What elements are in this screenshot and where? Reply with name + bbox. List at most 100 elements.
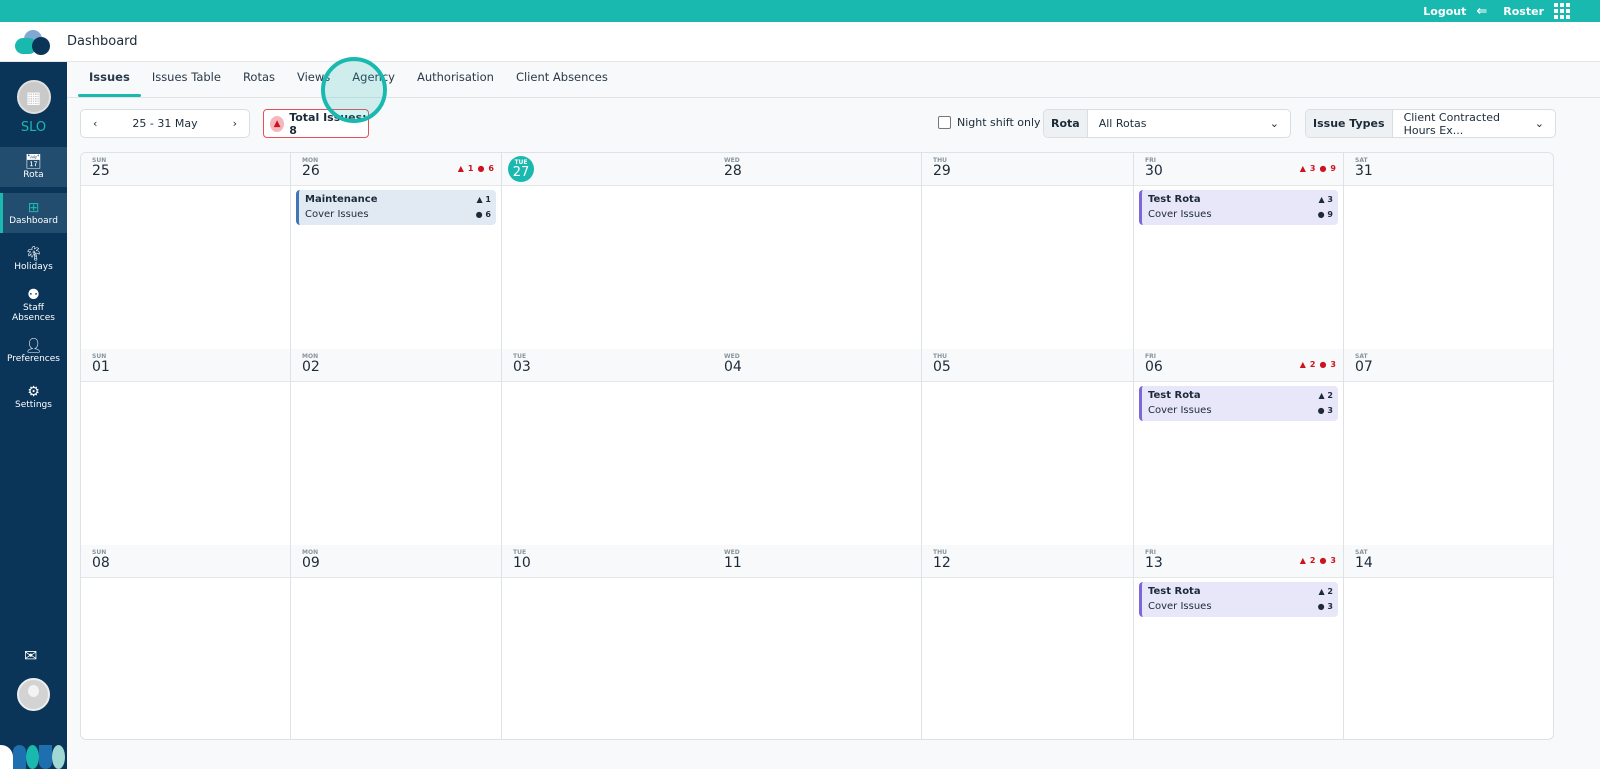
calendar-day[interactable]: TUE 10 [502, 545, 712, 739]
warning-count: 3 [1327, 195, 1333, 204]
roster-link[interactable]: Roster [1503, 5, 1544, 18]
day-header: WED 28 [712, 153, 921, 186]
tab-client-absences[interactable]: Client Absences [505, 62, 619, 97]
day-of-week: SAT [1355, 549, 1368, 556]
rota-issue-card[interactable]: Test Rota Cover Issues ▲ 3 ● 9 [1139, 190, 1338, 225]
app-header: Dashboard [0, 22, 1600, 62]
day-header: SAT 07 [1344, 349, 1553, 382]
logo[interactable] [0, 22, 67, 62]
sidebar-item-label: Settings [15, 400, 52, 410]
card-title: Maintenance [305, 194, 378, 205]
day-header: MON 02 [291, 349, 501, 382]
day-header: WED 04 [712, 349, 921, 382]
day-header: TUE 03 [502, 349, 712, 382]
day-number: 07 [1355, 359, 1373, 375]
calendar-day[interactable]: TUE 03 [502, 349, 712, 545]
clock-count: 6 [488, 164, 494, 173]
card-subtitle: Cover Issues [305, 209, 369, 220]
rota-value: All Rotas [1098, 117, 1147, 130]
calendar-day[interactable]: SAT 14 [1344, 545, 1553, 739]
tab-issues[interactable]: Issues [78, 62, 141, 97]
sidebar-item-label: Dashboard [9, 216, 58, 226]
day-of-week: SUN [92, 549, 107, 556]
rota-issue-card[interactable]: Maintenance Cover Issues ▲ 1 ● 6 [296, 190, 496, 225]
calendar-day[interactable]: MON 09 [291, 545, 502, 739]
calendar-day[interactable]: FRI 13 ▲ 2 ● 3 Test Rota Cover Issues ▲ 2 ● 3 [1134, 545, 1344, 739]
mail-icon[interactable]: ✉ [24, 646, 37, 665]
chevron-left-icon[interactable]: ‹ [93, 117, 97, 130]
chevron-right-icon[interactable]: › [233, 117, 237, 130]
calendar-day[interactable]: TUE 27 [502, 153, 712, 349]
calendar-day[interactable]: FRI 06 ▲ 2 ● 3 Test Rota Cover Issues ▲ 2 ● 3 [1134, 349, 1344, 545]
day-of-week: SUN [92, 157, 107, 164]
night-shift-toggle[interactable]: Night shift only [938, 116, 1041, 129]
org-avatar[interactable]: ▦ [16, 80, 51, 114]
sidebar-item-staff-absences[interactable]: ⚉ Staff Absences [0, 285, 67, 325]
night-shift-checkbox[interactable] [938, 116, 951, 129]
card-subtitle: Cover Issues [1148, 601, 1212, 612]
rota-select[interactable]: Rota All Rotas ⌄ [1043, 109, 1291, 138]
calendar-day[interactable]: THU 05 [922, 349, 1134, 545]
sidebar-item-dashboard[interactable]: ⊞ Dashboard [0, 193, 67, 233]
day-of-week: FRI [1145, 157, 1156, 164]
warning-count: 2 [1309, 360, 1316, 369]
clock-count: 3 [1327, 406, 1333, 415]
tab-rotas[interactable]: Rotas [232, 62, 286, 97]
calendar-week: SUN 08 MON 09 TUE 10 WED 11 THU 12 FRI 13 ▲ 2 ● 3 Test R… [81, 545, 1553, 739]
calendar-day[interactable]: WED 04 [712, 349, 922, 545]
card-title: Test Rota [1148, 194, 1201, 205]
rota-issue-card[interactable]: Test Rota Cover Issues ▲ 2 ● 3 [1139, 582, 1338, 617]
clock-count: 6 [485, 210, 491, 219]
logout-icon[interactable]: ⇐ [1476, 4, 1487, 19]
calendar-day[interactable]: MON 26 ▲ 1 ● 6 Maintenance Cover Issues ▲ 1 ● 6 [291, 153, 502, 349]
day-header: FRI 30 ▲ 3 ● 9 [1134, 153, 1343, 186]
calendar-check-icon: 📅︎ [24, 154, 43, 170]
calendar-day[interactable]: WED 11 [712, 545, 922, 739]
tab-issues-table[interactable]: Issues Table [141, 62, 232, 97]
sidebar-item-rota[interactable]: 📅︎ Rota [0, 147, 67, 187]
day-header: THU 05 [922, 349, 1133, 382]
logout-link[interactable]: Logout [1423, 5, 1466, 18]
card-clock-count: ● 6 [475, 210, 491, 219]
sidebar-item-preferences[interactable]: 👤︎ Preferences [0, 331, 67, 371]
calendar-day[interactable]: WED 28 [712, 153, 922, 349]
rota-issue-card[interactable]: Test Rota Cover Issues ▲ 2 ● 3 [1139, 386, 1338, 421]
sidebar-item-holidays[interactable]: 🌴︎ Holidays [0, 239, 67, 279]
sidebar-item-label: Rota [23, 170, 44, 180]
day-number: 14 [1355, 555, 1373, 571]
date-range-nav: ‹ 25 - 31 May › [80, 109, 250, 138]
calendar-day[interactable]: THU 12 [922, 545, 1134, 739]
card-warning-count: ▲ 3 [1318, 195, 1333, 204]
day-of-week: WED [724, 353, 740, 360]
user-avatar[interactable] [17, 678, 50, 711]
card-clock-count: ● 3 [1317, 602, 1333, 611]
calendar-day[interactable]: MON 02 [291, 349, 502, 545]
issue-types-value: Client Contracted Hours Ex... [1403, 110, 1500, 137]
calendar-day[interactable]: FRI 30 ▲ 3 ● 9 Test Rota Cover Issues ▲ 3 ● 9 [1134, 153, 1344, 349]
calendar-day[interactable]: SAT 31 [1344, 153, 1553, 349]
layout-grid-icon: ⊞ [27, 200, 40, 216]
day-number: 28 [724, 163, 742, 179]
calendar-day[interactable]: SUN 08 [81, 545, 291, 739]
day-number: 29 [933, 163, 951, 179]
tab-authorisation[interactable]: Authorisation [406, 62, 505, 97]
calendar-day[interactable]: SAT 07 [1344, 349, 1553, 545]
today-marker: TUE 27 [508, 156, 534, 182]
top-bar: Logout ⇐ Roster [0, 0, 1600, 22]
warning-count: 3 [1309, 164, 1316, 173]
apps-grid-icon[interactable] [1554, 3, 1570, 19]
palm-tree-icon: 🌴︎ [24, 246, 43, 262]
sidebar-item-settings[interactable]: ⚙ Settings [0, 377, 67, 417]
clock-icon: ● [1319, 360, 1327, 369]
calendar-day[interactable]: SUN 01 [81, 349, 291, 545]
day-header: SUN 01 [81, 349, 290, 382]
clock-icon: ● [1319, 556, 1327, 565]
day-header: FRI 06 ▲ 2 ● 3 [1134, 349, 1343, 382]
issue-types-select[interactable]: Issue Types Client Contracted Hours Ex..… [1305, 109, 1556, 138]
chevron-down-icon: ⌄ [1534, 117, 1544, 130]
calendar-day[interactable]: SUN 25 [81, 153, 291, 349]
calendar-day[interactable]: THU 29 [922, 153, 1134, 349]
day-header: SAT 14 [1344, 545, 1553, 578]
night-shift-label: Night shift only [957, 116, 1041, 129]
org-name: SLO [20, 120, 47, 135]
